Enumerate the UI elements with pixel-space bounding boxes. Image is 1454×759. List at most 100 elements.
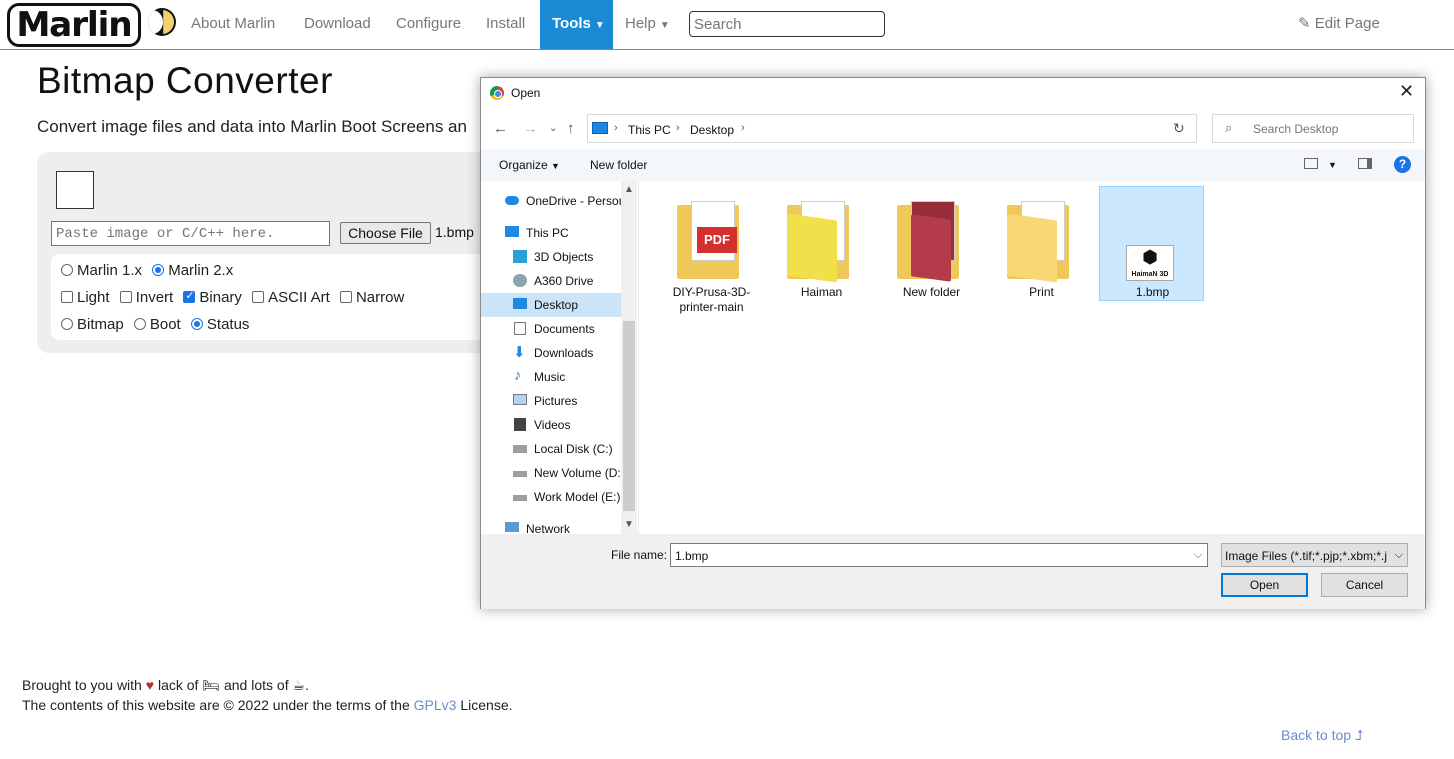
nav-a360-drive[interactable]: A360 Drive <box>481 269 621 293</box>
nav-network[interactable]: Network <box>481 517 621 534</box>
view-options-icon[interactable] <box>1304 158 1318 169</box>
file-item-new-folder[interactable]: New folder <box>879 187 984 302</box>
document-icon <box>514 322 526 335</box>
nav-3d-objects[interactable]: 3D Objects <box>481 245 621 269</box>
nav-tools[interactable]: Tools ▼ <box>540 0 613 49</box>
option-marlin1[interactable]: Marlin 1.x <box>61 262 142 279</box>
marlin-logo[interactable]: Marlin <box>7 3 141 47</box>
cube-icon: ⬢ <box>1142 247 1158 267</box>
site-search-input[interactable] <box>689 11 885 37</box>
scroll-up-icon[interactable]: ▲ <box>624 184 634 195</box>
file-item-diy-prusa[interactable]: PDF DIY-Prusa-3D-printer-main <box>659 187 764 314</box>
option-ascii-art[interactable]: ASCII Art <box>252 289 330 306</box>
nav-local-disk-c[interactable]: Local Disk (C:) <box>481 437 621 461</box>
option-status[interactable]: Status <box>190 316 249 333</box>
coffee-icon: ☕ <box>292 677 306 693</box>
option-narrow[interactable]: Narrow <box>339 289 404 306</box>
pdf-badge: PDF <box>697 227 737 253</box>
option-invert[interactable]: Invert <box>119 289 173 306</box>
nav-new-volume-d[interactable]: New Volume (D:) <box>481 461 621 485</box>
option-bitmap[interactable]: Bitmap <box>61 316 124 333</box>
organize-button[interactable]: Organize ▼ <box>499 158 560 172</box>
nav-documents[interactable]: Documents <box>481 317 621 341</box>
checkbox-checked[interactable] <box>183 289 196 303</box>
checkbox[interactable] <box>339 291 352 303</box>
bed-icon: 🛏 <box>202 677 221 693</box>
new-folder-button[interactable]: New folder <box>590 158 647 172</box>
checkbox[interactable] <box>252 291 265 303</box>
nav-help[interactable]: Help ▼ <box>613 0 682 49</box>
nav-about[interactable]: About Marlin <box>179 0 287 49</box>
file-item-print[interactable]: Print <box>989 187 1094 302</box>
choose-file-button[interactable]: Choose File <box>340 222 431 244</box>
gplv3-link[interactable]: GPLv3 <box>414 697 457 713</box>
option-light[interactable]: Light <box>61 289 110 306</box>
search-icon: ⌕ <box>1225 120 1233 135</box>
file-name-value: 1.bmp <box>675 549 709 563</box>
recent-dropdown-icon[interactable]: ⌄ <box>549 123 557 134</box>
footer-text: and lots of <box>223 677 289 693</box>
scroll-down-icon[interactable]: ▼ <box>624 519 634 530</box>
paste-input[interactable] <box>51 221 330 246</box>
checkbox[interactable] <box>119 291 132 303</box>
chevron-down-icon[interactable]: ⌵ <box>1194 549 1202 562</box>
preview-pane-icon[interactable] <box>1358 158 1372 169</box>
nav-work-model-e[interactable]: Work Model (E:) <box>481 485 621 509</box>
nav-desktop[interactable]: Desktop <box>481 293 621 317</box>
nav-videos[interactable]: Videos <box>481 413 621 437</box>
option-boot[interactable]: Boot <box>133 316 181 333</box>
address-bar[interactable]: › This PC › Desktop › ⌵ <box>587 114 1260 143</box>
dialog-search-input[interactable]: ⌕ Search Desktop <box>1212 114 1414 143</box>
nav-pane-scrollbar[interactable]: ▲ ▼ <box>621 181 637 534</box>
scrollbar-thumb[interactable] <box>623 321 635 511</box>
radio-button[interactable] <box>133 318 146 330</box>
file-item-haiman[interactable]: Haiman <box>769 187 874 302</box>
back-to-top-label: Back to top <box>1281 727 1352 743</box>
cancel-button[interactable]: Cancel <box>1321 573 1408 597</box>
option-label: Marlin 2.x <box>168 262 234 279</box>
nav-pictures[interactable]: Pictures <box>481 389 621 413</box>
nav-label: Videos <box>534 418 571 432</box>
caret-down-icon[interactable]: ▼ <box>1328 160 1337 170</box>
nav-downloads[interactable]: ⬇ Downloads <box>481 341 621 365</box>
edit-page-link[interactable]: ✎ Edit Page <box>1298 0 1380 48</box>
moon-icon[interactable] <box>148 8 176 36</box>
refresh-icon[interactable]: ↻ <box>1173 120 1185 137</box>
option-marlin2[interactable]: Marlin 2.x <box>152 262 233 279</box>
back-to-top-link[interactable]: Back to top ⮥ <box>1281 727 1363 744</box>
nav-label: Work Model (E:) <box>534 490 621 504</box>
nav-install[interactable]: Install <box>474 0 537 49</box>
edit-page-label: Edit Page <box>1314 15 1380 32</box>
nav-download[interactable]: Download <box>292 0 383 49</box>
help-icon[interactable]: ? <box>1394 156 1411 173</box>
file-item-1-bmp[interactable]: ⬢ HaimaN 3D 1.bmp <box>1099 186 1204 301</box>
desktop-icon <box>513 298 527 309</box>
radio-button[interactable] <box>61 318 73 330</box>
nav-this-pc[interactable]: This PC <box>481 221 621 245</box>
file-list: PDF DIY-Prusa-3D-printer-main Haiman New… <box>638 181 1425 534</box>
format-options-row: Light Invert Binary ASCII Art Narrow <box>61 289 410 306</box>
close-icon[interactable]: ✕ <box>1399 81 1414 102</box>
breadcrumb-this-pc[interactable]: This PC <box>628 123 671 137</box>
option-label: Light <box>77 289 110 306</box>
up-arrow-icon[interactable]: ↑ <box>567 120 575 137</box>
disk-icon <box>513 445 527 453</box>
file-name-input[interactable]: 1.bmp ⌵ <box>670 543 1208 567</box>
nav-music[interactable]: ♪ Music <box>481 365 621 389</box>
file-type-filter[interactable]: Image Files (*.tif;*.pjp;*.xbm;*.j ⌵ <box>1221 543 1408 567</box>
nav-configure[interactable]: Configure <box>384 0 473 49</box>
nav-tools-label: Tools <box>552 15 591 32</box>
open-button[interactable]: Open <box>1221 573 1308 597</box>
radio-button-selected[interactable] <box>152 264 165 276</box>
back-arrow-icon[interactable]: ← <box>493 120 508 137</box>
output-type-row: Bitmap Boot Status <box>61 316 255 333</box>
nav-onedrive[interactable]: OneDrive - Person <box>481 189 621 213</box>
radio-button-selected[interactable] <box>190 318 203 330</box>
option-binary[interactable]: Binary <box>183 289 242 306</box>
checkbox[interactable] <box>61 291 73 303</box>
forward-arrow-icon[interactable]: → <box>523 120 538 137</box>
breadcrumb-desktop[interactable]: Desktop <box>690 123 734 137</box>
file-name-label: File name: <box>611 548 668 562</box>
radio-button[interactable] <box>61 264 73 276</box>
footer-text: lack of <box>157 677 199 693</box>
